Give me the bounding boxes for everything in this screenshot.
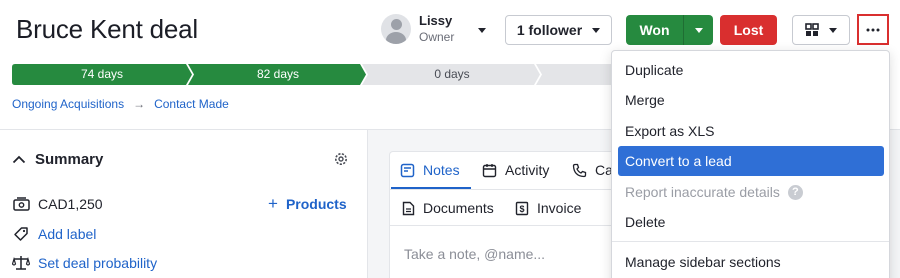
pipeline-stage-label: 74 days xyxy=(80,67,124,81)
menu-item-manage-sidebar[interactable]: Manage sidebar sections xyxy=(618,247,884,277)
tab-label: Documents xyxy=(423,200,494,216)
add-label-row[interactable]: Add label xyxy=(12,226,96,242)
products-label: Products xyxy=(285,196,347,212)
plus-icon: + xyxy=(268,194,278,213)
panel-divider xyxy=(367,130,368,278)
tab-label: Activity xyxy=(505,162,550,178)
tabs-divider xyxy=(390,189,629,190)
deal-value: CAD1,250 xyxy=(38,196,103,212)
menu-divider xyxy=(612,241,889,242)
menu-item-export-xls[interactable]: Export as XLS xyxy=(618,116,884,146)
menu-item-label: Report inaccurate details xyxy=(625,184,780,200)
pipeline-stage-label: 0 days xyxy=(434,67,470,81)
pipeline-stages: 74 days 82 days 0 days xyxy=(12,64,612,85)
deal-title: Bruce Kent deal xyxy=(16,14,199,44)
tab-label: Notes xyxy=(423,162,460,178)
chevron-down-icon xyxy=(592,27,601,33)
view-switcher-button[interactable] xyxy=(792,15,850,45)
chevron-down-icon xyxy=(478,27,487,33)
breadcrumb: Ongoing Acquisitions → Contact Made xyxy=(12,97,229,111)
tab-invoice[interactable]: $ Invoice xyxy=(515,200,581,216)
grid-layout-icon xyxy=(805,23,819,36)
breadcrumb-pipeline[interactable]: Ongoing Acquisitions xyxy=(12,97,124,111)
menu-item-convert-to-lead[interactable]: Convert to a lead xyxy=(618,146,884,176)
tab-activity[interactable]: Activity xyxy=(482,162,549,178)
add-products-button[interactable]: + Products xyxy=(268,194,347,213)
summary-title: Summary xyxy=(35,151,104,168)
tab-documents[interactable]: Documents xyxy=(402,200,494,216)
won-button[interactable]: Won xyxy=(626,15,683,45)
deal-probability-row[interactable]: Set deal probability xyxy=(12,255,157,271)
document-icon xyxy=(402,201,415,215)
active-tab-indicator xyxy=(391,187,471,189)
won-options-button[interactable] xyxy=(683,15,713,45)
help-icon: ? xyxy=(787,184,803,200)
follower-label: 1 follower xyxy=(516,22,583,38)
breadcrumb-stage[interactable]: Contact Made xyxy=(154,97,229,111)
invoice-icon: $ xyxy=(515,201,529,215)
pipeline-stage-label xyxy=(538,64,612,85)
arrow-right-icon: → xyxy=(133,97,146,111)
deal-value-row: CAD1,250 xyxy=(12,196,103,212)
tab-label: Invoice xyxy=(537,200,582,216)
scale-icon xyxy=(12,255,30,271)
menu-item-delete[interactable]: Delete xyxy=(618,207,884,237)
owner-role: Owner xyxy=(419,30,455,44)
note-input[interactable] xyxy=(404,244,609,264)
won-button-group: Won xyxy=(626,15,713,45)
tabs-divider xyxy=(390,225,629,226)
tab-notes[interactable]: Notes xyxy=(400,162,460,178)
calendar-icon xyxy=(482,163,497,177)
add-label-link[interactable]: Add label xyxy=(38,226,96,242)
owner-selector[interactable]: Lissy Owner xyxy=(381,12,487,46)
follower-button[interactable]: 1 follower xyxy=(505,15,612,45)
chevron-down-icon xyxy=(829,27,837,33)
note-icon xyxy=(400,163,415,177)
avatar xyxy=(381,14,411,44)
owner-name: Lissy xyxy=(419,13,453,28)
more-actions-menu: Duplicate Merge Export as XLS Convert to… xyxy=(611,50,890,278)
phone-icon xyxy=(572,163,587,177)
menu-item-duplicate[interactable]: Duplicate xyxy=(618,55,884,85)
summary-toggle[interactable]: Summary xyxy=(12,151,103,168)
menu-item-report-inaccurate: Report inaccurate details ? xyxy=(618,177,884,207)
money-icon xyxy=(12,197,30,211)
svg-text:$: $ xyxy=(519,204,524,214)
tag-icon xyxy=(12,226,30,242)
tab-call[interactable]: Ca xyxy=(572,162,613,178)
pipeline-stage-label: 82 days xyxy=(256,67,300,81)
chevron-up-icon xyxy=(12,155,26,164)
chevron-down-icon xyxy=(694,27,703,33)
gear-icon[interactable] xyxy=(333,151,349,172)
more-icon xyxy=(866,28,880,31)
more-actions-button[interactable] xyxy=(857,14,889,45)
menu-item-merge[interactable]: Merge xyxy=(618,85,884,115)
deal-probability-link[interactable]: Set deal probability xyxy=(38,255,157,271)
lost-button[interactable]: Lost xyxy=(720,15,777,45)
